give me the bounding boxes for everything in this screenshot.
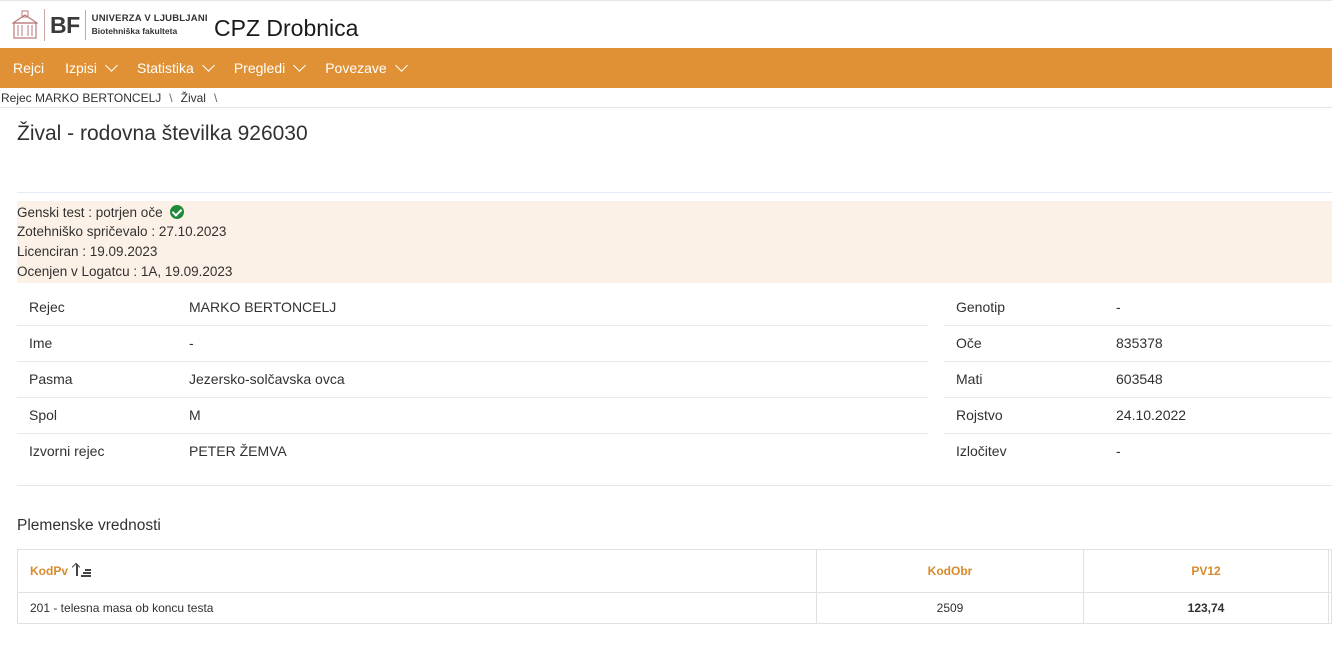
page-title: Žival - rodovna številka 926030 [17, 122, 308, 145]
evaluated-line: Ocenjen v Logatcu : 1A, 19.09.2023 [17, 264, 233, 279]
chevron-down-icon [394, 58, 408, 72]
nav-item-izpisi[interactable]: Izpisi [65, 48, 118, 88]
cell-kodpv: 201 - telesna masa ob koncu testa [18, 592, 817, 624]
logo-divider [84, 10, 86, 40]
detail-label: Oče [956, 335, 982, 351]
logo-faculty-name: Biotehniška fakulteta [91, 26, 178, 36]
certificate-line: Zotehniško spričevalo : 27.10.2023 [17, 224, 227, 239]
licensed-line: Licenciran : 19.09.2023 [17, 244, 158, 259]
nav-item-label: Statistika [137, 60, 194, 76]
detail-row-rejec: Rejec MARKO BERTONCELJ [17, 290, 928, 326]
detail-label: Izvorni rejec [29, 443, 105, 459]
logo-divider [44, 9, 45, 41]
cell-kodobr: 2509 [817, 592, 1084, 624]
nav-item-povezave[interactable]: Povezave [325, 48, 408, 88]
breadcrumb-item-breeder[interactable]: Rejec MARKO BERTONCELJ [1, 91, 161, 105]
detail-row-ime: Ime - [17, 326, 928, 362]
nav-item-label: Pregledi [233, 60, 286, 76]
table-header: KodPv KodObr PV12 [18, 550, 1331, 593]
detail-row-izvorni-rejec: Izvorni rejec PETER ŽEMVA [17, 434, 928, 469]
app-title: CPZ Drobnica [214, 15, 359, 41]
detail-value: - [1116, 443, 1121, 459]
detail-label: Ime [29, 335, 53, 351]
breadcrumb-separator: \ [213, 90, 218, 105]
genetic-test-line: Genski test : potrjen oče [17, 203, 185, 223]
sort-ascending-icon[interactable] [75, 564, 92, 577]
app-header: BF UNIVERZA V LJUBLJANI Biotehniška faku… [0, 0, 1332, 48]
detail-value: - [1116, 299, 1121, 315]
detail-row-pasma: Pasma Jezersko-solčavska ovca [17, 362, 928, 398]
detail-value: Jezersko-solčavska ovca [189, 371, 345, 387]
breeder-link[interactable]: MARKO BERTONCELJ [189, 290, 336, 325]
animal-info-panel: Genski test : potrjen oče Zotehniško spr… [17, 201, 1332, 283]
column-header-label: KodPv [30, 564, 69, 578]
detail-label: Spol [29, 407, 58, 423]
detail-label: Mati [956, 371, 983, 387]
breeding-values-title: Plemenske vrednosti [17, 517, 161, 534]
detail-row-spol: Spol M [17, 398, 928, 434]
section-divider [17, 485, 1332, 486]
logo-university-name: UNIVERZA V LJUBLJANI [91, 13, 208, 24]
detail-row-genotip: Genotip - [944, 290, 1332, 326]
detail-label: Pasma [29, 371, 73, 387]
column-header-kodpv[interactable]: KodPv [18, 550, 817, 592]
main-navbar: Rejci Izpisi Statistika Pregledi Povezav… [0, 48, 1332, 88]
column-header-kodobr[interactable]: KodObr [817, 550, 1084, 592]
breadcrumb: Rejec MARKO BERTONCELJ \ Žival \ [0, 88, 1332, 108]
chevron-down-icon [105, 58, 118, 72]
university-logo[interactable]: BF UNIVERZA V LJUBLJANI Biotehniška faku… [11, 7, 208, 43]
table-row: 201 - telesna masa ob koncu testa 2509 1… [18, 592, 1331, 624]
chevron-down-icon [201, 58, 215, 72]
detail-value: 24.10.2022 [1116, 407, 1187, 423]
cell-pv12: 123,74 [1084, 592, 1329, 624]
faculty-emblem-icon [11, 10, 39, 40]
nav-item-statistika[interactable]: Statistika [137, 48, 215, 88]
mother-link[interactable]: 603548 [1116, 362, 1163, 397]
nav-item-pregledi[interactable]: Pregledi [233, 48, 307, 88]
nav-item-rejci[interactable]: Rejci [13, 48, 44, 88]
breadcrumb-item-animal[interactable]: Žival [181, 91, 206, 105]
logo-bf-text: BF [50, 11, 80, 38]
check-circle-icon [170, 205, 185, 219]
detail-label: Rojstvo [956, 407, 1003, 423]
origin-breeder-link[interactable]: PETER ŽEMVA [189, 434, 287, 469]
logo-text: UNIVERZA V LJUBLJANI Biotehniška fakulte… [92, 13, 208, 37]
nav-item-label: Povezave [325, 60, 387, 76]
detail-label: Izločitev [956, 443, 1007, 459]
father-link[interactable]: 835378 [1116, 326, 1163, 361]
detail-row-rojstvo: Rojstvo 24.10.2022 [944, 398, 1332, 434]
title-divider [17, 192, 1332, 193]
detail-value: M [189, 407, 201, 423]
column-header-pv12[interactable]: PV12 [1084, 550, 1329, 592]
breadcrumb-separator: \ [169, 90, 173, 105]
nav-item-label: Rejci [13, 60, 45, 76]
details-left-column: Rejec MARKO BERTONCELJ Ime - Pasma Jezer… [17, 290, 928, 469]
breeding-values-table: KodPv KodObr PV12 201 - telesna masa ob … [17, 549, 1332, 624]
detail-value: - [189, 335, 194, 351]
detail-label: Genotip [956, 299, 1006, 315]
genetic-test-text: Genski test : potrjen oče [17, 205, 163, 220]
details-right-column: Genotip - Oče 835378 Mati 603548 Rojstvo… [944, 290, 1332, 469]
detail-row-izlocitev: Izločitev - [944, 434, 1332, 469]
detail-row-mati: Mati 603548 [944, 362, 1332, 398]
detail-row-oce: Oče 835378 [944, 326, 1332, 362]
nav-item-label: Izpisi [65, 60, 98, 76]
chevron-down-icon [293, 58, 307, 72]
detail-label: Rejec [29, 299, 65, 315]
